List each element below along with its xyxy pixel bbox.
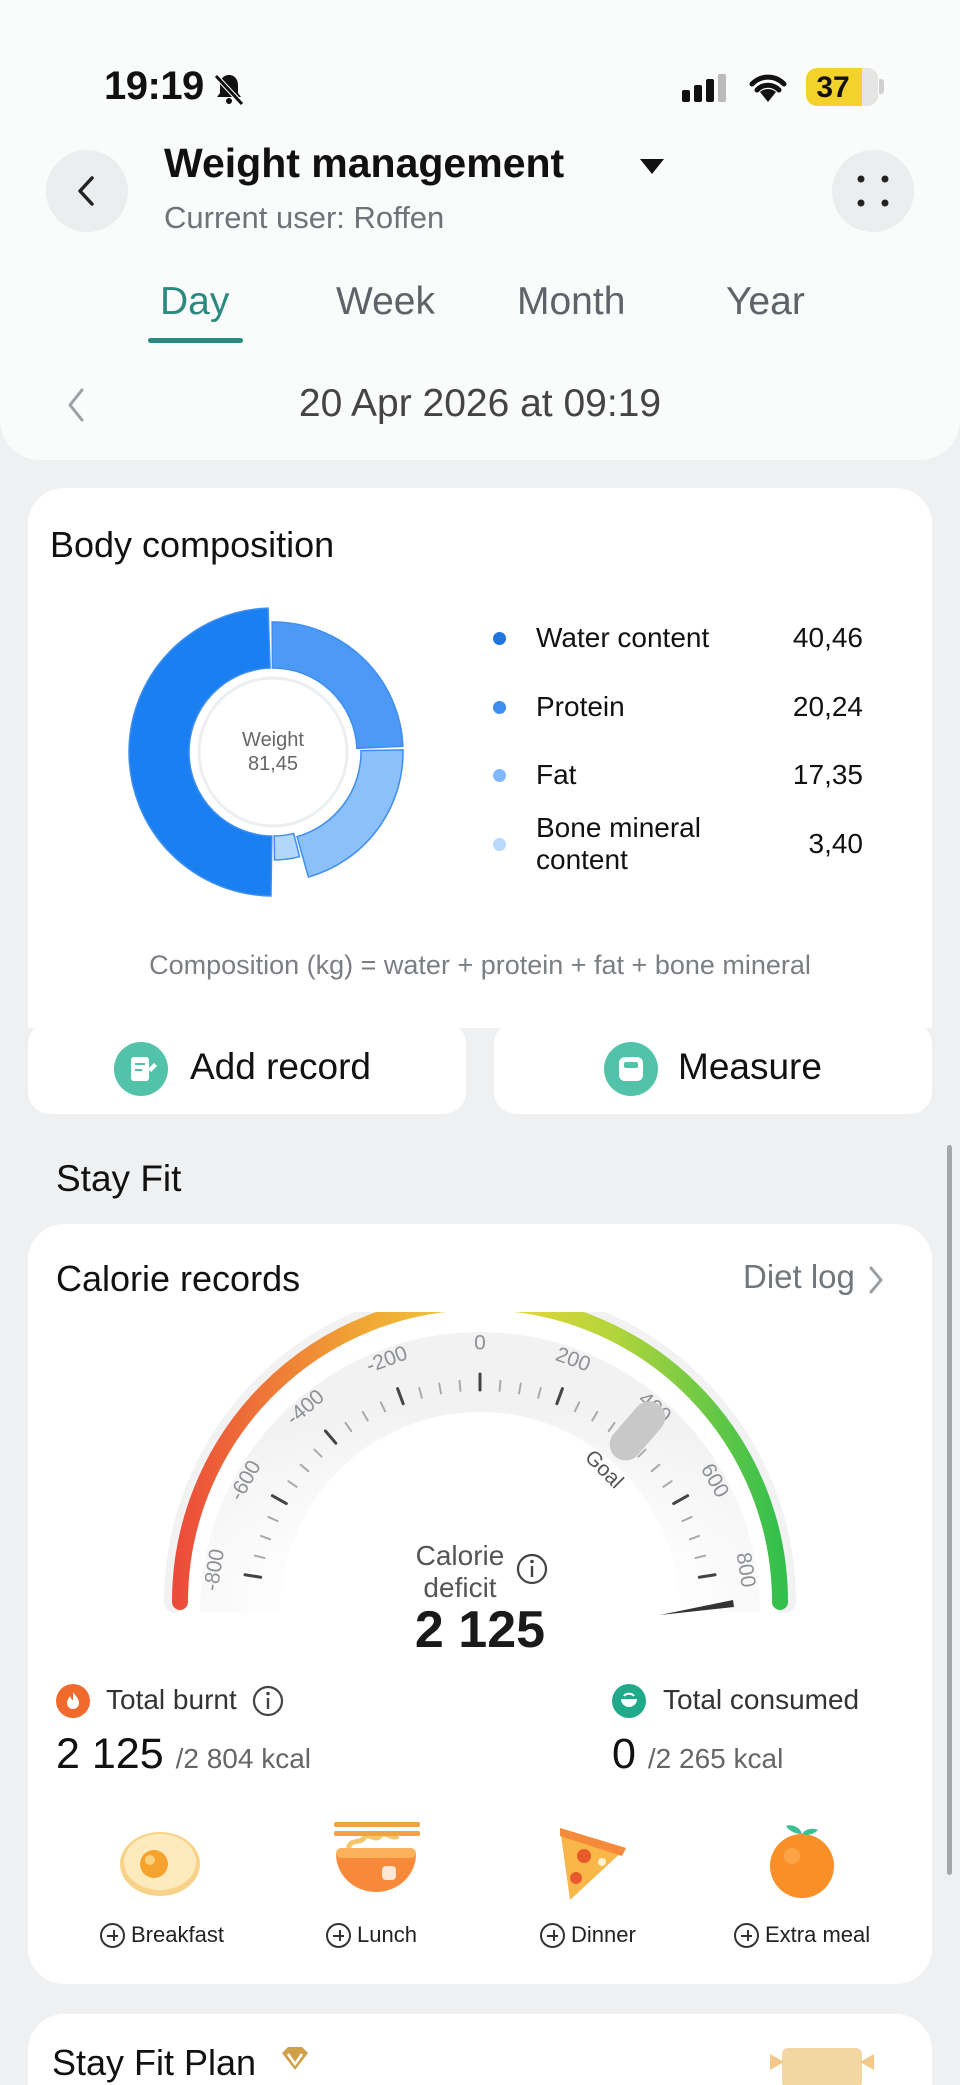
legend-dot-bone-mineral <box>493 838 506 851</box>
cellular-signal-icon <box>682 74 726 102</box>
total-burnt-label: Total burnt <box>106 1684 237 1715</box>
total-consumed-value: 0 <box>612 1730 636 1778</box>
dinner-label: Dinner <box>540 1922 636 1948</box>
user-dropdown-icon[interactable] <box>638 156 666 176</box>
chevron-left-icon <box>78 176 94 206</box>
gauge-tick <box>498 1379 502 1392</box>
flame-icon <box>56 1684 90 1718</box>
legend-label-fat: Fat <box>536 759 577 790</box>
vip-diamond-icon <box>282 2047 308 2070</box>
legend-dot-water <box>493 632 506 645</box>
legend-dot-protein <box>493 701 506 714</box>
legend-label-protein: Protein <box>536 691 625 722</box>
legend-label-bone-mineral: Bone mineral content <box>536 812 701 875</box>
lunch-text: Lunch <box>357 1922 417 1947</box>
back-button[interactable] <box>46 150 128 232</box>
total-consumed-target: /2 265 kcal <box>647 1743 784 1774</box>
total-burnt-value: 2 125 <box>56 1730 164 1778</box>
extra-meal-text: Extra meal <box>765 1922 871 1947</box>
stay-fit-section-title: Stay Fit <box>56 1158 182 1199</box>
add-icon <box>734 1922 759 1948</box>
bell-muted-icon <box>214 74 244 106</box>
measure-button[interactable]: Measure <box>494 1022 932 1114</box>
gauge-tick <box>458 1379 462 1392</box>
total-consumed-label: Total consumed <box>663 1684 860 1715</box>
legend-value-water: 40,46 <box>792 622 863 653</box>
more-menu-button[interactable] <box>832 150 914 232</box>
info-icon[interactable] <box>251 1684 285 1718</box>
calorie-records-title: Calorie records <box>56 1258 301 1299</box>
gauge-tick-label: 0 <box>474 1332 486 1355</box>
legend-label-water: Water content <box>536 622 710 653</box>
chevron-right-icon[interactable] <box>866 1264 886 1296</box>
egg-icon <box>120 1832 200 1896</box>
tab-year[interactable]: Year <box>726 280 805 324</box>
dinner-button[interactable]: Dinner <box>526 1818 656 1966</box>
orange-icon <box>770 1825 834 1898</box>
pizza-icon <box>560 1828 626 1900</box>
battery-icon: 37 <box>806 68 878 106</box>
active-tab-indicator <box>148 338 243 343</box>
noodle-bowl-icon <box>334 1822 420 1892</box>
legend-dot-fat <box>493 769 506 782</box>
add-icon <box>326 1922 351 1948</box>
tab-month[interactable]: Month <box>517 280 625 324</box>
calorie-deficit-value: 2 125 <box>414 1601 546 1659</box>
add-icon <box>540 1922 565 1948</box>
date-label: 20 Apr 2026 at 09:19 <box>298 382 662 425</box>
status-time: 19:19 <box>104 64 204 108</box>
extra-meal-button[interactable]: Extra meal <box>732 1818 880 1966</box>
donut-center-label: Weight 81,45 <box>186 728 360 776</box>
stay-fit-plan-title: Stay Fit Plan <box>52 2042 257 2083</box>
battery-tip <box>879 79 884 94</box>
composition-formula: Composition (kg) = water + protein + fat… <box>149 950 811 980</box>
legend-value-bone-mineral: 3,40 <box>808 828 864 859</box>
legend-value-protein: 20,24 <box>792 691 863 722</box>
body-composition-title: Body composition <box>50 524 335 565</box>
wifi-icon <box>749 74 787 102</box>
plan-illustration-icon <box>770 2048 874 2085</box>
lunch-button[interactable]: Lunch <box>312 1818 442 1966</box>
breakfast-text: Breakfast <box>131 1922 224 1947</box>
tab-day[interactable]: Day <box>160 280 229 324</box>
battery-level: 37 <box>816 71 850 104</box>
slice-bone-mineral <box>273 832 301 861</box>
total-burnt-target: /2 804 kcal <box>175 1743 311 1774</box>
add-icon <box>100 1922 125 1948</box>
bowl-icon <box>612 1684 646 1718</box>
scale-icon <box>604 1042 658 1096</box>
add-record-button[interactable]: Add record <box>28 1022 466 1114</box>
legend-value-fat: 17,35 <box>792 759 863 790</box>
page-title: Weight management <box>164 140 565 186</box>
donut-center-title: Weight <box>242 729 304 751</box>
measure-label: Measure <box>678 1046 822 1087</box>
donut-center-value: 81,45 <box>247 753 299 775</box>
info-icon[interactable] <box>515 1552 549 1586</box>
current-user-label: Current user: Roffen <box>164 200 445 235</box>
breakfast-label: Breakfast <box>100 1922 224 1948</box>
scrollbar[interactable] <box>947 1145 952 1875</box>
more-dots-icon <box>857 175 889 207</box>
add-record-label: Add record <box>190 1046 371 1087</box>
breakfast-button[interactable]: Breakfast <box>86 1818 234 1966</box>
total-consumed-stat: 0 /2 265 kcal <box>612 1730 783 1779</box>
dinner-text: Dinner <box>571 1922 636 1947</box>
extra-meal-label: Extra meal <box>734 1922 870 1948</box>
tab-week[interactable]: Week <box>336 280 435 324</box>
diet-log-link[interactable]: Diet log <box>743 1258 855 1296</box>
lunch-label: Lunch <box>326 1922 417 1948</box>
total-burnt-stat: 2 125 /2 804 kcal <box>56 1730 311 1779</box>
add-record-icon <box>114 1042 168 1096</box>
